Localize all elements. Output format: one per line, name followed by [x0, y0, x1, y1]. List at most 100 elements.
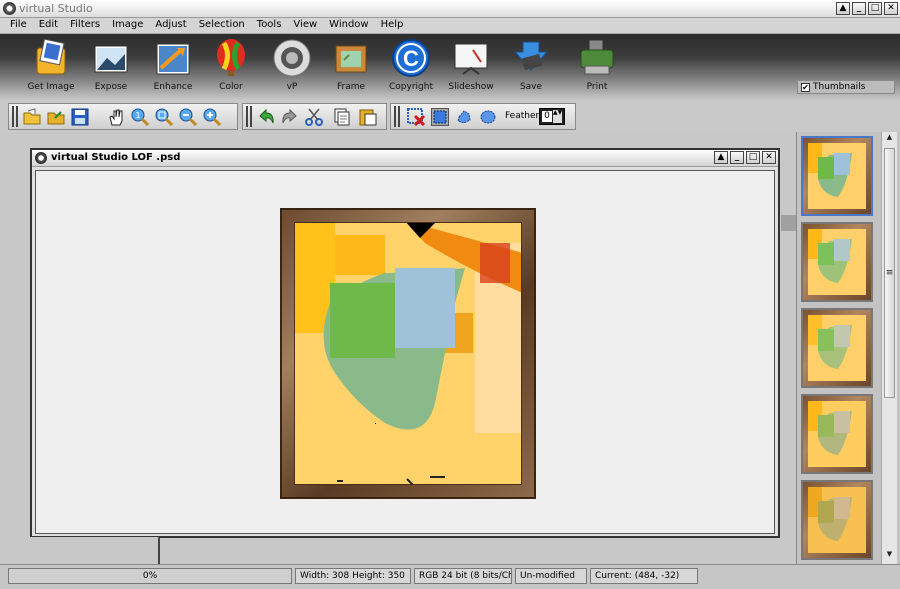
select-lasso-icon[interactable]: [479, 108, 497, 126]
thumbnail-item[interactable]: [801, 480, 873, 560]
document-close-button[interactable]: ✕: [762, 151, 776, 164]
document-titlebar[interactable]: virtual Studio LOF .psd ▲ _ □ ✕: [32, 150, 778, 167]
open-folder-icon[interactable]: [23, 108, 41, 126]
menu-file[interactable]: File: [4, 18, 33, 33]
enhance-icon: [153, 38, 193, 78]
document-title: virtual Studio LOF .psd: [51, 152, 181, 163]
menu-adjust[interactable]: Adjust: [149, 18, 192, 33]
enhance-label: Enhance: [153, 82, 193, 92]
paste-icon[interactable]: [359, 108, 377, 126]
color-balloon-icon: [211, 38, 251, 78]
deselect-icon[interactable]: [407, 108, 426, 127]
menu-selection[interactable]: Selection: [193, 18, 251, 33]
enhance-button[interactable]: Enhance: [143, 36, 203, 98]
vp-button[interactable]: vP: [262, 36, 322, 98]
toolbar-group-selection: Feather: 0 ▲▼: [390, 103, 576, 130]
toolbar-group-file-zoom: 1: [8, 103, 238, 130]
thumbnail-image: [808, 143, 866, 209]
scroll-down-icon[interactable]: ▼: [883, 550, 896, 562]
slideshow-label: Slideshow: [448, 82, 494, 92]
document-maximize-button[interactable]: □: [746, 151, 760, 164]
menu-image[interactable]: Image: [106, 18, 149, 33]
window-maximize-button[interactable]: □: [868, 2, 882, 15]
hand-icon[interactable]: [107, 108, 125, 126]
menu-edit[interactable]: Edit: [33, 18, 64, 33]
workspace-scroll-stub[interactable]: [781, 215, 796, 231]
menu-view[interactable]: View: [287, 18, 323, 33]
color-mode: RGB 24 bit (8 bits/Ch): [414, 568, 512, 584]
scroll-up-icon[interactable]: ▲: [883, 133, 896, 145]
zoom-in-icon[interactable]: [203, 108, 222, 127]
print-label: Print: [586, 82, 608, 92]
save-label: Save: [519, 82, 543, 92]
get-image-icon: [31, 38, 71, 78]
thumbnails-toggle[interactable]: ✔ Thumbnails: [797, 80, 895, 94]
expose-button[interactable]: Expose: [81, 36, 141, 98]
feather-spin-arrows[interactable]: ▲▼: [553, 110, 562, 123]
feather-value[interactable]: 0: [542, 111, 552, 122]
zoom-fit-icon[interactable]: [155, 108, 174, 127]
toolbar-grip[interactable]: [394, 106, 400, 127]
window-close-button[interactable]: ✕: [884, 2, 898, 15]
undo-icon[interactable]: [257, 108, 275, 126]
get-image-label: Get Image: [27, 82, 75, 92]
thumbnail-item[interactable]: [801, 222, 873, 302]
image-content: [294, 222, 522, 485]
thumbnails-checkbox[interactable]: ✔: [801, 83, 810, 92]
vp-label: vP: [286, 82, 298, 92]
feather-spinbox[interactable]: 0 ▲▼: [539, 108, 565, 125]
print-button[interactable]: Print: [567, 36, 627, 98]
toolbar-grip[interactable]: [12, 106, 18, 127]
document-icon: [35, 152, 47, 164]
edit-toolbar: 1 Feather: 0 ▲▼: [0, 100, 900, 132]
menu-tools[interactable]: Tools: [251, 18, 288, 33]
slideshow-button[interactable]: Slideshow: [441, 36, 501, 98]
cut-icon[interactable]: [305, 108, 323, 126]
save-button[interactable]: Save: [501, 36, 561, 98]
thumbnail-image: [808, 401, 866, 467]
copyright-button[interactable]: C Copyright: [381, 36, 441, 98]
thumbnail-image: [808, 487, 866, 553]
copy-icon[interactable]: [333, 108, 351, 126]
window-controls: ▲ _ □ ✕: [836, 2, 898, 15]
frame-label: Frame: [336, 82, 366, 92]
color-button[interactable]: Color: [201, 36, 261, 98]
menu-filters[interactable]: Filters: [64, 18, 106, 33]
thumbnail-item[interactable]: [801, 136, 873, 216]
progress-indicator: 0%: [8, 568, 292, 584]
menu-help[interactable]: Help: [375, 18, 410, 33]
save-disk-icon[interactable]: [71, 108, 89, 126]
redo-icon[interactable]: [281, 108, 299, 126]
framed-image[interactable]: [280, 208, 536, 499]
select-shape-icon[interactable]: [455, 108, 473, 126]
menu-window[interactable]: Window: [323, 18, 374, 33]
image-artwork: [295, 223, 521, 484]
window-minimize-button[interactable]: _: [852, 2, 866, 15]
select-rect-icon[interactable]: [431, 108, 449, 126]
document-rollup-button[interactable]: ▲: [714, 151, 728, 164]
thumbnail-item[interactable]: [801, 394, 873, 474]
thumbnail-item[interactable]: [801, 308, 873, 388]
frame-button[interactable]: Frame: [321, 36, 381, 98]
modified-status: Un-modified: [515, 568, 587, 584]
document-window: virtual Studio LOF .psd ▲ _ □ ✕: [30, 148, 780, 538]
open-icon[interactable]: [47, 108, 65, 126]
zoom-1-icon[interactable]: 1: [131, 108, 150, 127]
image-canvas[interactable]: [35, 170, 775, 534]
print-icon: [577, 38, 617, 78]
toolbar-grip[interactable]: [246, 106, 252, 127]
vp-disc-icon: [272, 38, 312, 78]
image-dimensions: Width: 308 Height: 350: [295, 568, 411, 584]
thumbnails-panel: ▲ ≡ ▼: [796, 132, 900, 564]
thumbnail-image: [808, 229, 866, 295]
get-image-button[interactable]: Get Image: [21, 36, 81, 98]
zoom-out-icon[interactable]: [179, 108, 198, 127]
window-rollup-button[interactable]: ▲: [836, 2, 850, 15]
main-toolbar: Get Image Expose Enhance Color vP Frame …: [0, 34, 900, 100]
save-icon: [511, 38, 551, 78]
copyright-icon: C: [391, 38, 431, 78]
document-minimize-button[interactable]: _: [730, 151, 744, 164]
thumbnails-scrollbar[interactable]: ▲ ≡ ▼: [881, 132, 897, 564]
cursor-position: Current: (484, -32): [590, 568, 698, 584]
copyright-label: Copyright: [389, 82, 433, 92]
